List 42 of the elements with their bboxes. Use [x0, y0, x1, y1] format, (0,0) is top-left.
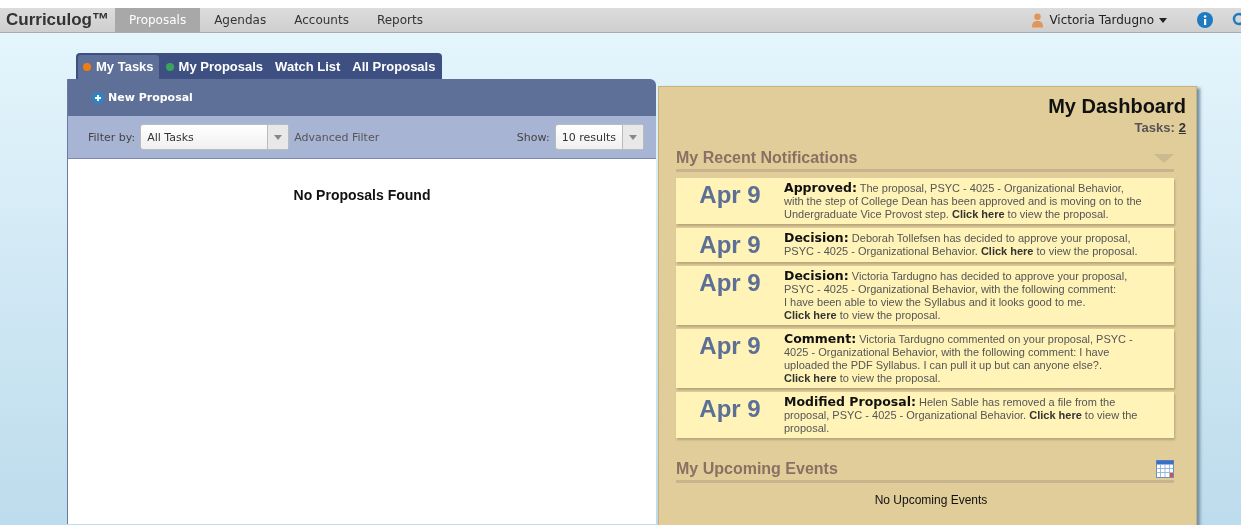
notification-text: Decision: Deborah Tollefsen has decided to approve your proposal, PSYC - 4025 - Organizational Behavior. Click here to view the proposal. [784, 231, 1139, 259]
nav-tab[interactable]: Accounts [280, 8, 363, 32]
events-empty-message: No Upcoming Events [873, 493, 989, 507]
section-title: My Upcoming Events [676, 460, 838, 478]
calendar-icon[interactable] [1156, 460, 1174, 478]
click-here-link[interactable]: Click here [1029, 409, 1082, 421]
notification-text: Comment: Victoria Tardugno commented on your proposal, PSYC - 4025 - Organizational Behavior, with the following comment: I have uploaded the PDF Syllabus. I can pull it up but can anyone else?. Click here to view the proposal. [784, 332, 1134, 385]
tab[interactable]: My Tasks [78, 55, 159, 79]
advanced-filter-link[interactable]: Advanced Filter [294, 130, 380, 144]
click-here-link[interactable]: Click here [784, 372, 837, 384]
plus-icon [92, 91, 104, 104]
notification-date: Apr 9 [698, 231, 762, 259]
nav-tab[interactable]: Reports [362, 8, 437, 32]
notification-date: Apr 9 [698, 269, 762, 298]
filter-label: Filter by: [88, 130, 136, 144]
user-menu[interactable]: Victoria Tardugno [1025, 8, 1173, 32]
info-icon[interactable] [1197, 12, 1213, 28]
empty-message: No Proposals Found [292, 187, 432, 203]
notification-date: Apr 9 [698, 332, 762, 361]
dashboard-title: My Dashboard [1048, 95, 1186, 118]
click-here-link[interactable]: Click here [784, 309, 837, 321]
app-logo: Curriculog™ [5, 9, 110, 31]
notification-date: Apr 9 [698, 395, 762, 424]
caret-icon [1159, 17, 1167, 23]
new-proposal-button[interactable]: New Proposal [92, 91, 193, 104]
caret-icon [274, 134, 283, 140]
section-title: My Recent Notifications [676, 149, 858, 167]
person-icon [1031, 12, 1045, 28]
nav-tab[interactable]: Agendas [200, 8, 281, 32]
notification-text: Modified Proposal: Helen Sable has removed a file from the proposal, PSYC - 4025 - Organizational Behavior. Click here to view the proposal. [784, 395, 1139, 435]
search-icon[interactable] [1231, 12, 1241, 28]
results-dropdown[interactable]: 10 results [554, 124, 644, 150]
tasks-label: Tasks: [1134, 120, 1175, 135]
click-here-link[interactable]: Click here [951, 208, 1005, 220]
tasks-count-link[interactable]: 2 [1178, 120, 1186, 135]
notification-text: Decision: Victoria Tardugno has decided to approve your proposal, PSYC - 4025 - Organizational Behavior, with the following comment: I have been able to view the Syllabus and it looks good to me. Click here to view the proposal. [784, 269, 1129, 322]
click-here-link[interactable]: Click here [980, 245, 1034, 257]
filter-dropdown[interactable]: All Tasks [140, 124, 290, 150]
notification-text: Approved: The proposal, PSYC - 4025 - Organizational Behavior, with the step of College Dean has been approved and is moving on to the Undergraduate Vice Provost step. Click here to view the proposal. [784, 181, 1143, 221]
notification-date: Apr 9 [698, 181, 762, 210]
caret-icon [629, 134, 637, 140]
show-label: Show: [516, 130, 550, 144]
